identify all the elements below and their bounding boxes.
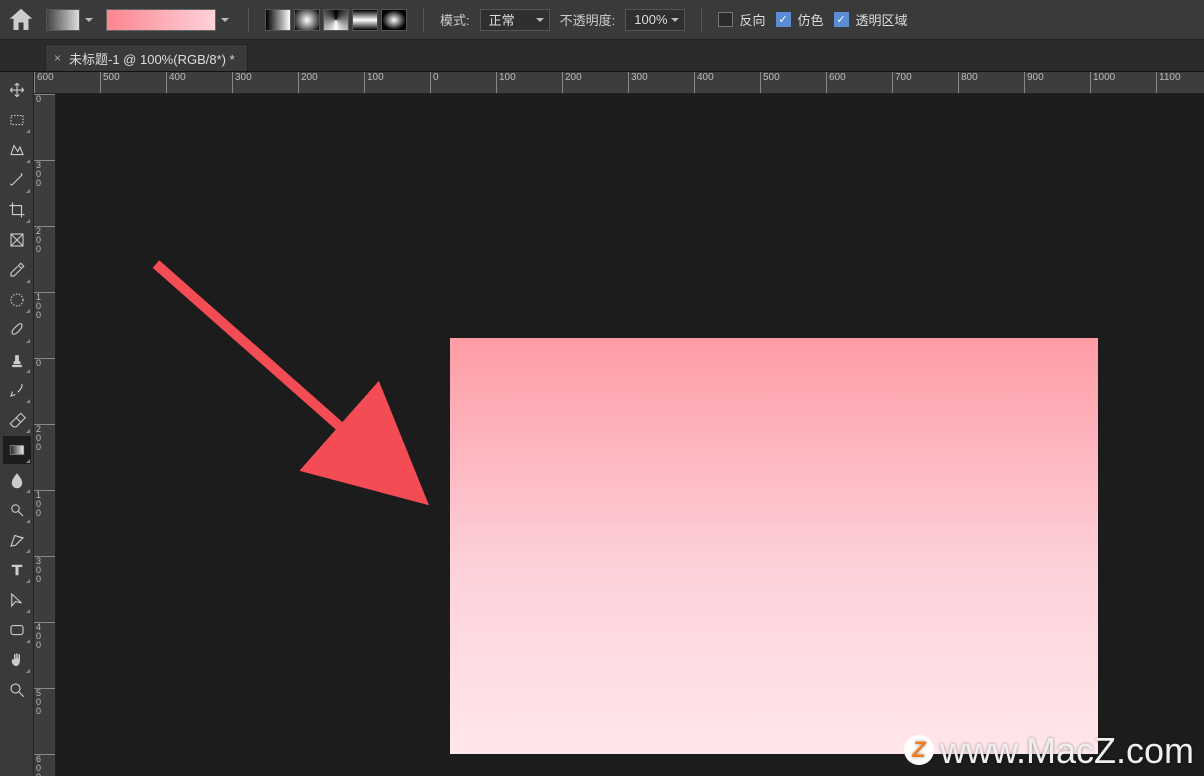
mode-select[interactable]: 正常 <box>480 9 550 31</box>
hand-tool-icon[interactable] <box>3 646 31 674</box>
zoom-tool-icon[interactable] <box>3 676 31 704</box>
opacity-select[interactable]: 100% <box>625 9 684 31</box>
shape-tool-icon[interactable] <box>3 616 31 644</box>
artboard[interactable] <box>450 338 1098 754</box>
spot-heal-tool-icon[interactable] <box>3 286 31 314</box>
checkbox-icon <box>718 12 733 27</box>
options-bar: 模式: 正常 不透明度: 100% 反向 仿色 透明区域 <box>0 0 1204 40</box>
eraser-tool-icon[interactable] <box>3 406 31 434</box>
workspace: 6005004003002001000100200300400500600700… <box>0 72 1204 776</box>
reverse-label: 反向 <box>740 10 766 29</box>
separator <box>248 8 249 32</box>
horizontal-ruler: 6005004003002001000100200300400500600700… <box>34 72 1204 94</box>
canvas-area[interactable]: Zwww.MacZ.com <box>56 94 1204 776</box>
separator <box>423 8 424 32</box>
opacity-value: 100% <box>634 12 667 27</box>
path-select-tool-icon[interactable] <box>3 586 31 614</box>
gradient-swatch-icon <box>46 9 80 31</box>
tool-panel <box>0 72 34 776</box>
separator <box>701 8 702 32</box>
gradient-type-buttons <box>265 9 407 31</box>
gradient-radial-icon[interactable] <box>294 9 320 31</box>
text-tool-icon[interactable] <box>3 556 31 584</box>
document-tab[interactable]: × 未标题-1 @ 100%(RGB/8*) * <box>45 44 248 71</box>
annotation-arrow-icon <box>152 260 452 520</box>
transparency-label: 透明区域 <box>856 10 908 29</box>
gradient-linear-icon[interactable] <box>265 9 291 31</box>
mode-value: 正常 <box>489 10 515 29</box>
crop-tool-icon[interactable] <box>3 196 31 224</box>
eyedropper-tool-icon[interactable] <box>3 256 31 284</box>
move-tool-icon[interactable] <box>3 76 31 104</box>
gradient-diamond-icon[interactable] <box>381 9 407 31</box>
blur-tool-icon[interactable] <box>3 466 31 494</box>
home-button[interactable] <box>6 6 36 34</box>
dither-label: 仿色 <box>798 10 824 29</box>
watermark-logo-icon: Z <box>904 735 934 765</box>
chevron-down-icon[interactable] <box>82 9 96 31</box>
opacity-label: 不透明度: <box>560 10 616 29</box>
dodge-tool-icon[interactable] <box>3 496 31 524</box>
checkbox-icon <box>834 12 849 27</box>
document-tab-title: 未标题-1 @ 100%(RGB/8*) * <box>69 49 235 68</box>
gradient-preview-group[interactable] <box>106 9 232 31</box>
stamp-tool-icon[interactable] <box>3 346 31 374</box>
transparency-checkbox[interactable]: 透明区域 <box>834 10 908 29</box>
frame-tool-icon[interactable] <box>3 226 31 254</box>
gradient-reflected-icon[interactable] <box>352 9 378 31</box>
gradient-tool-icon[interactable] <box>3 436 31 464</box>
vertical-ruler: 03002001000200100300400500600 <box>34 94 56 776</box>
mode-label: 模式: <box>440 10 470 29</box>
gradient-angle-icon[interactable] <box>323 9 349 31</box>
watermark: Zwww.MacZ.com <box>904 730 1194 772</box>
document-tab-bar: × 未标题-1 @ 100%(RGB/8*) * <box>0 40 1204 72</box>
lasso-tool-icon[interactable] <box>3 136 31 164</box>
wand-tool-icon[interactable] <box>3 166 31 194</box>
pen-tool-icon[interactable] <box>3 526 31 554</box>
reverse-checkbox[interactable]: 反向 <box>718 10 766 29</box>
history-brush-tool-icon[interactable] <box>3 376 31 404</box>
close-icon[interactable]: × <box>54 51 61 65</box>
brush-tool-icon[interactable] <box>3 316 31 344</box>
checkbox-icon <box>776 12 791 27</box>
chevron-down-icon[interactable] <box>218 9 232 31</box>
marquee-tool-icon[interactable] <box>3 106 31 134</box>
dither-checkbox[interactable]: 仿色 <box>776 10 824 29</box>
gradient-preview[interactable] <box>106 9 216 31</box>
foreground-swatch-group[interactable] <box>46 9 96 31</box>
